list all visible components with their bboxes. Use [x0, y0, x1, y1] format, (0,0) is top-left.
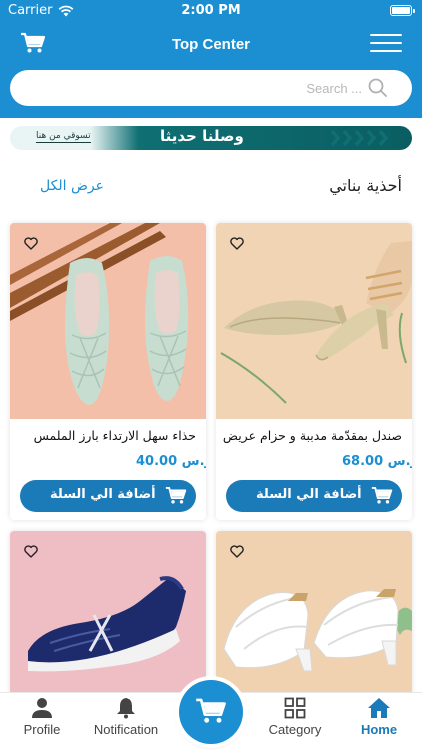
- bell-icon: [117, 698, 135, 719]
- favorite-heart-icon[interactable]: [230, 237, 244, 250]
- product-price: 68.00 ر.س: [342, 454, 412, 469]
- status-bar: Carrier 2:00 PM: [0, 0, 422, 22]
- tab-label: Home: [360, 722, 398, 737]
- profile-icon: [32, 698, 52, 718]
- tab-home[interactable]: Home: [337, 697, 421, 737]
- tab-category[interactable]: Category: [253, 697, 337, 737]
- tab-label: Notification: [93, 722, 159, 737]
- add-to-cart-label: أضافة الي السلة: [256, 487, 362, 502]
- product-card[interactable]: [216, 531, 412, 701]
- shoe-image: [220, 241, 412, 404]
- shoe-image: [10, 223, 189, 405]
- favorite-heart-icon[interactable]: [230, 545, 244, 558]
- chevrons-icon: [330, 129, 389, 147]
- add-to-cart-button[interactable]: أضافة الي السلة: [20, 480, 196, 512]
- add-to-cart-label: أضافة الي السلة: [50, 487, 156, 502]
- section-title: أحذية بناتي: [329, 176, 402, 195]
- home-icon: [368, 698, 390, 718]
- favorite-heart-icon[interactable]: [24, 237, 38, 250]
- promo-banner[interactable]: تسوقي من هنا وصلنا حديثا: [10, 126, 412, 150]
- status-time: 2:00 PM: [181, 3, 241, 18]
- favorite-heart-icon[interactable]: [24, 545, 38, 558]
- product-name[interactable]: حذاء سهل الارتداء بارز الملمس: [34, 428, 196, 443]
- app-title: Top Center: [171, 36, 251, 53]
- shoe-image: [223, 589, 412, 672]
- cart-icon: [196, 698, 226, 723]
- cart-fab-button[interactable]: [179, 680, 243, 744]
- view-all-link[interactable]: عرض الكل: [40, 178, 104, 194]
- product-card[interactable]: صندل بمقدّمة مدببة و حزام عريض 68.00 ر.س…: [216, 223, 412, 520]
- cart-icon: [165, 486, 187, 504]
- product-image[interactable]: [216, 531, 412, 701]
- menu-icon[interactable]: [370, 34, 402, 52]
- product-price: 40.00 ر.س: [136, 454, 206, 469]
- search-bar[interactable]: [10, 70, 412, 106]
- promo-shop-link[interactable]: تسوقي من هنا: [36, 130, 91, 143]
- product-card[interactable]: [10, 531, 206, 701]
- tab-label: Category: [268, 722, 322, 737]
- search-icon[interactable]: [368, 78, 388, 98]
- tab-notification[interactable]: Notification: [84, 697, 168, 737]
- search-input[interactable]: [30, 70, 362, 106]
- cart-icon: [371, 486, 393, 504]
- product-card[interactable]: حذاء سهل الارتداء بارز الملمس 40.00 ر.س …: [10, 223, 206, 520]
- shoe-image: [28, 576, 186, 672]
- add-to-cart-button[interactable]: أضافة الي السلة: [226, 480, 402, 512]
- product-image[interactable]: [216, 223, 412, 419]
- battery-icon: [390, 5, 415, 16]
- promo-title: وصلنا حديثا: [160, 127, 244, 145]
- product-name[interactable]: صندل بمقدّمة مدببة و حزام عريض: [223, 428, 402, 443]
- tab-profile[interactable]: Profile: [0, 697, 84, 737]
- app-header: Top Center: [0, 22, 422, 118]
- grid-icon: [284, 697, 306, 719]
- tab-label: Profile: [23, 722, 61, 737]
- product-image[interactable]: [10, 531, 206, 701]
- product-image[interactable]: [10, 223, 206, 419]
